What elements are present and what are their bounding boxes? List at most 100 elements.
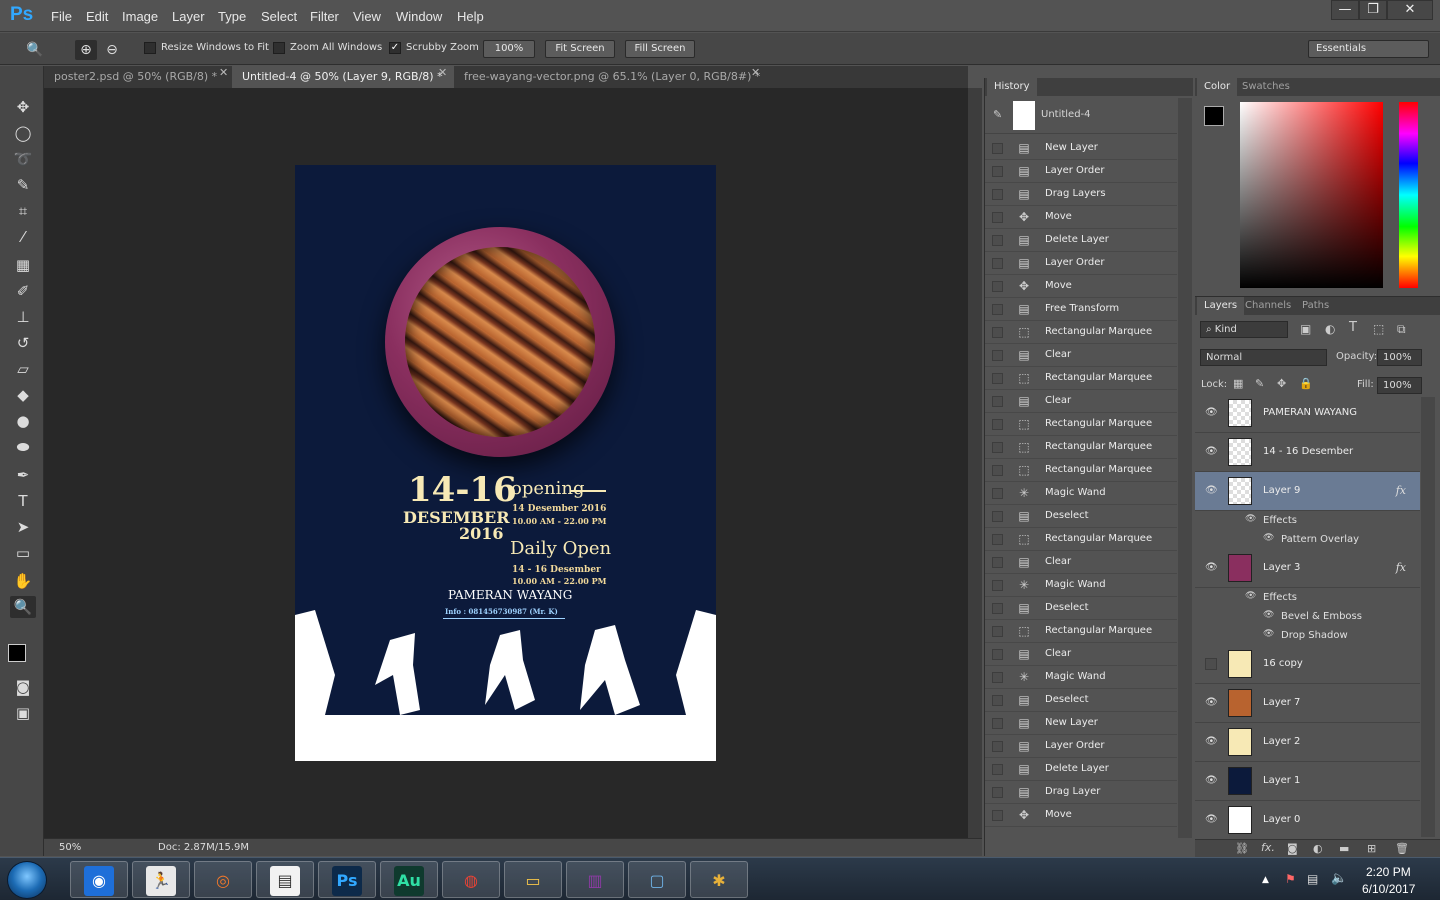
history-source-checkbox[interactable] — [992, 511, 1003, 522]
history-item[interactable]: ▤ Drag Layer — [985, 781, 1177, 804]
eye-icon[interactable]: 👁 — [1263, 629, 1274, 639]
path-select-icon[interactable]: ➤ — [10, 516, 36, 538]
history-source-checkbox[interactable] — [992, 810, 1003, 821]
history-source-checkbox[interactable] — [992, 672, 1003, 683]
dodge-tool-icon[interactable]: ⬬ — [10, 436, 36, 458]
eye-icon[interactable]: 👁 — [1205, 736, 1218, 748]
layer-row[interactable]: 👁 PAMERAN WAYANG — [1195, 394, 1420, 433]
history-item[interactable]: ▤ Layer Order — [985, 160, 1177, 183]
history-item[interactable]: ✥ Move — [985, 206, 1177, 229]
tab-paths[interactable]: Paths — [1295, 297, 1336, 315]
zoom-100-button[interactable]: 100% — [483, 40, 535, 58]
paint-bucket-icon[interactable]: ◆ — [10, 384, 36, 406]
filter-smart-icon[interactable]: ⧉ — [1397, 322, 1406, 337]
eye-icon[interactable]: 👁 — [1205, 697, 1218, 709]
history-item[interactable]: ⬚ Rectangular Marquee — [985, 459, 1177, 482]
effects-header[interactable]: 👁 Effects — [1195, 511, 1420, 530]
history-snapshot[interactable]: ✎ Untitled-4 — [985, 98, 1177, 134]
screen-mode-icon[interactable]: ▣ — [10, 702, 36, 724]
photoshop-icon[interactable]: Ps — [318, 861, 376, 898]
history-item[interactable]: ▤ Clear — [985, 390, 1177, 413]
color-spectrum-field[interactable] — [1240, 102, 1383, 288]
action-center-icon[interactable]: ⚑ — [1285, 872, 1296, 886]
layer-row[interactable]: 👁 Layer 7 — [1195, 684, 1420, 723]
healing-brush-icon[interactable]: ▦ — [10, 254, 36, 276]
history-source-checkbox[interactable] — [992, 465, 1003, 476]
history-item[interactable]: ✳ Magic Wand — [985, 482, 1177, 505]
tab-untitled-4[interactable]: Untitled-4 @ 50% (Layer 9, RGB/8) * — [232, 66, 454, 88]
history-item[interactable]: ⬚ Rectangular Marquee — [985, 321, 1177, 344]
history-item[interactable]: ▤ Delete Layer — [985, 758, 1177, 781]
poster-canvas[interactable]: 14-16 DESEMBER 2016 opening 14 Desember … — [295, 165, 716, 761]
eye-icon[interactable]: 👁 — [1205, 446, 1218, 458]
lock-all-icon[interactable]: 🔒 — [1299, 377, 1313, 390]
history-item[interactable]: ⬚ Rectangular Marquee — [985, 413, 1177, 436]
move-tool-icon[interactable]: ✥ — [10, 96, 36, 118]
eye-icon[interactable]: 👁 — [1205, 562, 1218, 574]
history-item[interactable]: ▤ Deselect — [985, 689, 1177, 712]
history-source-checkbox[interactable] — [992, 166, 1003, 177]
history-source-checkbox[interactable] — [992, 442, 1003, 453]
start-button[interactable] — [7, 861, 47, 899]
notepad-icon[interactable]: ▤ — [256, 861, 314, 898]
link-layers-icon[interactable]: ⛓ — [1235, 842, 1249, 855]
clock-date[interactable]: 6/10/2017 — [1362, 882, 1415, 896]
zoom-tool-icon[interactable]: 🔍 — [10, 596, 36, 618]
history-item[interactable]: ▤ New Layer — [985, 712, 1177, 735]
menu-select[interactable]: Select — [261, 9, 297, 24]
layer-row[interactable]: 👁 Layer 0 — [1195, 801, 1420, 840]
fit-screen-button[interactable]: Fit Screen — [545, 40, 615, 58]
pen-tool-icon[interactable]: ✒ — [10, 464, 36, 486]
menu-help[interactable]: Help — [457, 9, 484, 24]
eye-icon[interactable]: 👁 — [1245, 514, 1256, 524]
history-item[interactable]: ⬚ Rectangular Marquee — [985, 620, 1177, 643]
history-source-checkbox[interactable] — [992, 488, 1003, 499]
history-item[interactable]: ▤ Clear — [985, 643, 1177, 666]
winrar-icon[interactable]: ▥ — [566, 861, 624, 898]
layer-row[interactable]: 👁 Layer 1 — [1195, 762, 1420, 801]
effects-header[interactable]: 👁 Effects — [1195, 588, 1420, 607]
fg-color-swatch[interactable] — [1204, 106, 1224, 126]
marquee-tool-icon[interactable]: ◯ — [10, 122, 36, 144]
filter-adjust-icon[interactable]: ◐ — [1325, 322, 1335, 336]
history-item[interactable]: ⬚ Rectangular Marquee — [985, 367, 1177, 390]
history-source-checkbox[interactable] — [992, 281, 1003, 292]
zoom-level[interactable]: 50% — [59, 842, 81, 853]
foreground-color-swatch[interactable] — [8, 644, 26, 662]
history-source-checkbox[interactable] — [992, 741, 1003, 752]
tab-color[interactable]: Color — [1197, 78, 1238, 96]
layer-row[interactable]: 16 copy — [1195, 645, 1420, 684]
history-scrollbar[interactable] — [1178, 98, 1192, 838]
network-icon[interactable]: ▤ — [1307, 872, 1318, 886]
history-source-checkbox[interactable] — [992, 580, 1003, 591]
history-item[interactable]: ▤ Deselect — [985, 505, 1177, 528]
hand-tool-icon[interactable]: ✋ — [10, 570, 36, 592]
crop-tool-icon[interactable]: ⌗ — [10, 200, 36, 222]
new-layer-icon[interactable]: ⊞ — [1367, 842, 1376, 855]
layer-kind-filter[interactable]: ⌕ Kind — [1200, 321, 1288, 338]
blend-mode-select[interactable]: Normal — [1200, 349, 1327, 366]
effect-item[interactable]: 👁 Bevel & Emboss — [1195, 607, 1420, 626]
history-source-checkbox[interactable] — [992, 258, 1003, 269]
opacity-input[interactable]: 100% — [1377, 349, 1422, 366]
menu-view[interactable]: View — [353, 9, 381, 24]
history-item[interactable]: ⬚ Rectangular Marquee — [985, 528, 1177, 551]
eye-icon[interactable]: 👁 — [1245, 591, 1256, 601]
tab-swatches[interactable]: Swatches — [1235, 78, 1297, 96]
zoom-tool-icon[interactable]: 🔍 — [24, 40, 46, 60]
effect-item[interactable]: 👁 Pattern Overlay — [1195, 530, 1420, 549]
history-source-checkbox[interactable] — [992, 603, 1003, 614]
layer-row[interactable]: 👁 Layer 3 fx — [1195, 549, 1420, 588]
history-source-checkbox[interactable] — [992, 626, 1003, 637]
history-source-checkbox[interactable] — [992, 649, 1003, 660]
rectangle-tool-icon[interactable]: ▭ — [10, 542, 36, 564]
blender-icon[interactable]: ◎ — [194, 861, 252, 898]
history-source-checkbox[interactable] — [992, 764, 1003, 775]
history-item[interactable]: ▤ Free Transform — [985, 298, 1177, 321]
tab-history[interactable]: History — [987, 78, 1037, 96]
fill-input[interactable]: 100% — [1377, 377, 1422, 394]
history-item[interactable]: ✥ Move — [985, 275, 1177, 298]
menu-edit[interactable]: Edit — [86, 9, 108, 24]
type-tool-icon[interactable]: T — [10, 490, 36, 512]
menu-window[interactable]: Window — [396, 9, 442, 24]
